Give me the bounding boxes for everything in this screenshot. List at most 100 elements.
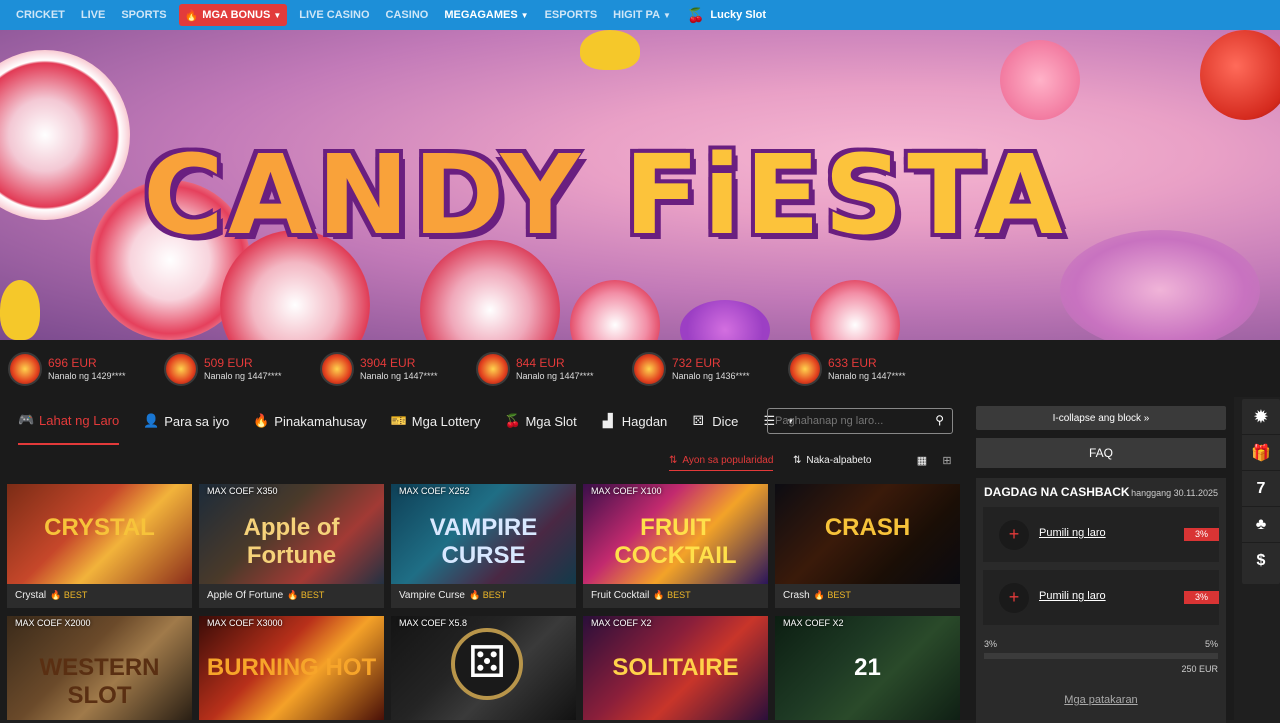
max-coef-label: MAX COEF X5.8 <box>399 618 468 628</box>
max-coef-label: MAX COEF X350 <box>207 486 278 496</box>
game-thumbnail <box>164 351 198 386</box>
game-art: SOLITAIRE <box>583 616 768 720</box>
search-icon[interactable]: ⚲ <box>935 413 944 427</box>
winner-user: Nanalo ng 1447**** <box>204 371 282 381</box>
pick-game-slot[interactable]: + Pumili ng laro 3% <box>983 507 1219 562</box>
nav-bonus[interactable]: 🔥 MGA BONUS ▼ <box>178 4 288 26</box>
tab-label: Pinakamahusay <box>274 413 367 429</box>
tab-dice[interactable]: ⚄ Dice <box>691 397 739 445</box>
nav-lucky-slot[interactable]: 🍒 Lucky Slot <box>679 0 774 30</box>
pick-game-slot[interactable]: + Pumili ng laro 3% <box>983 570 1219 625</box>
game-card[interactable]: SOLITAIRE MAX COEF X2 <box>583 616 768 720</box>
nav-megagames[interactable]: MEGAGAMES ▼ <box>436 0 536 30</box>
crash-icon[interactable]: ✹ <box>1242 399 1280 435</box>
tab-label: Mga Slot <box>525 413 577 429</box>
game-card[interactable]: Apple of Fortune MAX COEF X350 Apple Of Fo… <box>199 484 384 608</box>
win-amount: 696 EUR <box>48 356 97 370</box>
candy-decoration <box>570 280 660 340</box>
tab-slots[interactable]: 🍒 Mga Slot <box>504 397 576 445</box>
winner-item[interactable]: 509 EUR Nanalo ng 1447**** <box>164 351 320 386</box>
sort-alphabetical[interactable]: ⇅ Naka-alpabeto <box>793 455 871 466</box>
game-card[interactable]: ⚄ MAX COEF X5.8 <box>391 616 576 720</box>
bars-icon: ▟ <box>602 413 613 428</box>
game-search[interactable]: ⚲ <box>767 408 953 434</box>
game-card[interactable]: WESTERN SLOT MAX COEF X2000 <box>7 616 192 720</box>
seven-icon[interactable]: 7 <box>1242 471 1280 507</box>
game-art-title: SOLITAIRE <box>612 654 739 681</box>
sort-popular[interactable]: ⇅ Ayon sa popularidad <box>669 455 774 471</box>
quick-sidebar: ✹ 🎁 7 ♣ $ <box>1242 399 1280 584</box>
cashback-percent-badge: 3% <box>1184 528 1219 541</box>
tab-lottery[interactable]: 🎫 Mga Lottery <box>391 397 481 445</box>
gamepad-icon: 🎮 <box>18 412 35 427</box>
winner-item[interactable]: 696 EUR Nanalo ng 1429**** <box>8 351 164 386</box>
win-amount: 844 EUR <box>516 356 565 370</box>
grid-small-view-button[interactable]: ⊞ <box>937 454 957 472</box>
nav-live-casino[interactable]: LIVE CASINO <box>291 0 377 30</box>
winner-item[interactable]: 3904 EUR Nanalo ng 1447**** <box>320 351 476 386</box>
tab-all-games[interactable]: 🎮 Lahat ng Laro <box>18 397 120 445</box>
game-art-title: VAMPIRE CURSE <box>429 514 538 569</box>
poker-icon[interactable]: ♣ <box>1242 507 1280 543</box>
best-badge: 🔥 BEST <box>653 590 690 600</box>
tab-label: Lahat ng Laro <box>39 412 120 428</box>
nav-megagames-label: MEGAGAMES <box>444 9 518 21</box>
search-input[interactable] <box>775 415 925 427</box>
win-amount: 3904 EUR <box>360 356 416 370</box>
dollar-icon[interactable]: $ <box>1242 543 1280 579</box>
max-coef-label: MAX COEF X2 <box>591 618 652 628</box>
winner-user: Nanalo ng 1447**** <box>828 371 906 381</box>
winner-user: Nanalo ng 1447**** <box>516 371 594 381</box>
game-art: Apple of Fortune <box>199 484 384 584</box>
rules-link[interactable]: Mga patakaran <box>976 694 1226 706</box>
grid-large-view-button[interactable]: ▦ <box>912 454 932 472</box>
promo-banner[interactable]: CANDY FiESTA <box>0 30 1280 340</box>
winner-item[interactable]: 844 EUR Nanalo ng 1447**** <box>476 351 632 386</box>
plus-icon[interactable]: + <box>999 520 1029 550</box>
game-card[interactable]: VAMPIRE CURSE MAX COEF X252 Vampire Curse 🔥… <box>391 484 576 608</box>
cashback-card: DAGDAG NA CASHBACK hanggang 30.11.2025 +… <box>976 478 1226 723</box>
flame-icon: 🔥 <box>287 590 299 600</box>
game-name: Fruit Cocktail 🔥 BEST <box>591 590 691 601</box>
sort-popular-label: Ayon sa popularidad <box>682 455 774 466</box>
collapse-block-button[interactable]: I-collapse ang block » <box>976 406 1226 430</box>
winner-item[interactable]: 633 EUR Nanalo ng 1447**** <box>788 351 944 386</box>
tab-for-you[interactable]: 👤 Para sa iyo <box>143 397 229 445</box>
tab-ladder[interactable]: ▟ Hagdan <box>601 397 668 445</box>
nav-live[interactable]: LIVE <box>73 0 113 30</box>
sort-alpha-label: Naka-alpabeto <box>806 455 872 466</box>
cherry-icon: 🍒 <box>504 413 521 428</box>
nav-casino[interactable]: CASINO <box>378 0 437 30</box>
winner-user: Nanalo ng 1436**** <box>672 371 750 381</box>
game-card[interactable]: FRUIT COCKTAIL MAX COEF X100 Fruit Cocktai… <box>583 484 768 608</box>
game-card[interactable]: CRYSTAL Crystal 🔥 BEST <box>7 484 192 608</box>
faq-button[interactable]: FAQ <box>976 438 1226 468</box>
candy-decoration <box>1000 40 1080 120</box>
game-art: WESTERN SLOT <box>7 616 192 720</box>
flame-icon: 🔥 <box>468 590 481 600</box>
banana-decoration <box>580 30 640 70</box>
game-card[interactable]: CRASH Crash 🔥 BEST <box>775 484 960 608</box>
candy-decoration <box>810 280 900 340</box>
gift-icon[interactable]: 🎁 <box>1242 435 1280 471</box>
candy-decoration <box>1200 30 1280 120</box>
tab-best[interactable]: 🔥 Pinakamahusay <box>253 397 367 445</box>
game-card[interactable]: BURNING HOT MAX COEF X3000 <box>199 616 384 720</box>
nav-more[interactable]: HIGIT PA ▼ <box>605 0 679 30</box>
nav-sports[interactable]: SPORTS <box>113 0 174 30</box>
max-coef-label: MAX COEF X2000 <box>15 618 91 628</box>
best-label: BEST <box>667 590 691 600</box>
progress-min: 3% <box>984 639 998 649</box>
pick-game-link[interactable]: Pumili ng laro <box>1039 527 1106 539</box>
candy-decoration <box>1060 230 1260 340</box>
game-thumbnail <box>8 351 42 386</box>
nav-esports[interactable]: ESPORTS <box>537 0 606 30</box>
game-card[interactable]: 21 MAX COEF X2 <box>775 616 960 720</box>
nav-cricket[interactable]: CRICKET <box>8 0 73 30</box>
cashback-progress: 3% 5% 250 EUR <box>984 639 1218 674</box>
pick-game-link[interactable]: Pumili ng laro <box>1039 590 1106 602</box>
game-art-title: WESTERN SLOT <box>39 654 160 709</box>
plus-icon[interactable]: + <box>999 583 1029 613</box>
winner-item[interactable]: 732 EUR Nanalo ng 1436**** <box>632 351 788 386</box>
banner-title-word1: CANDY <box>143 131 585 259</box>
